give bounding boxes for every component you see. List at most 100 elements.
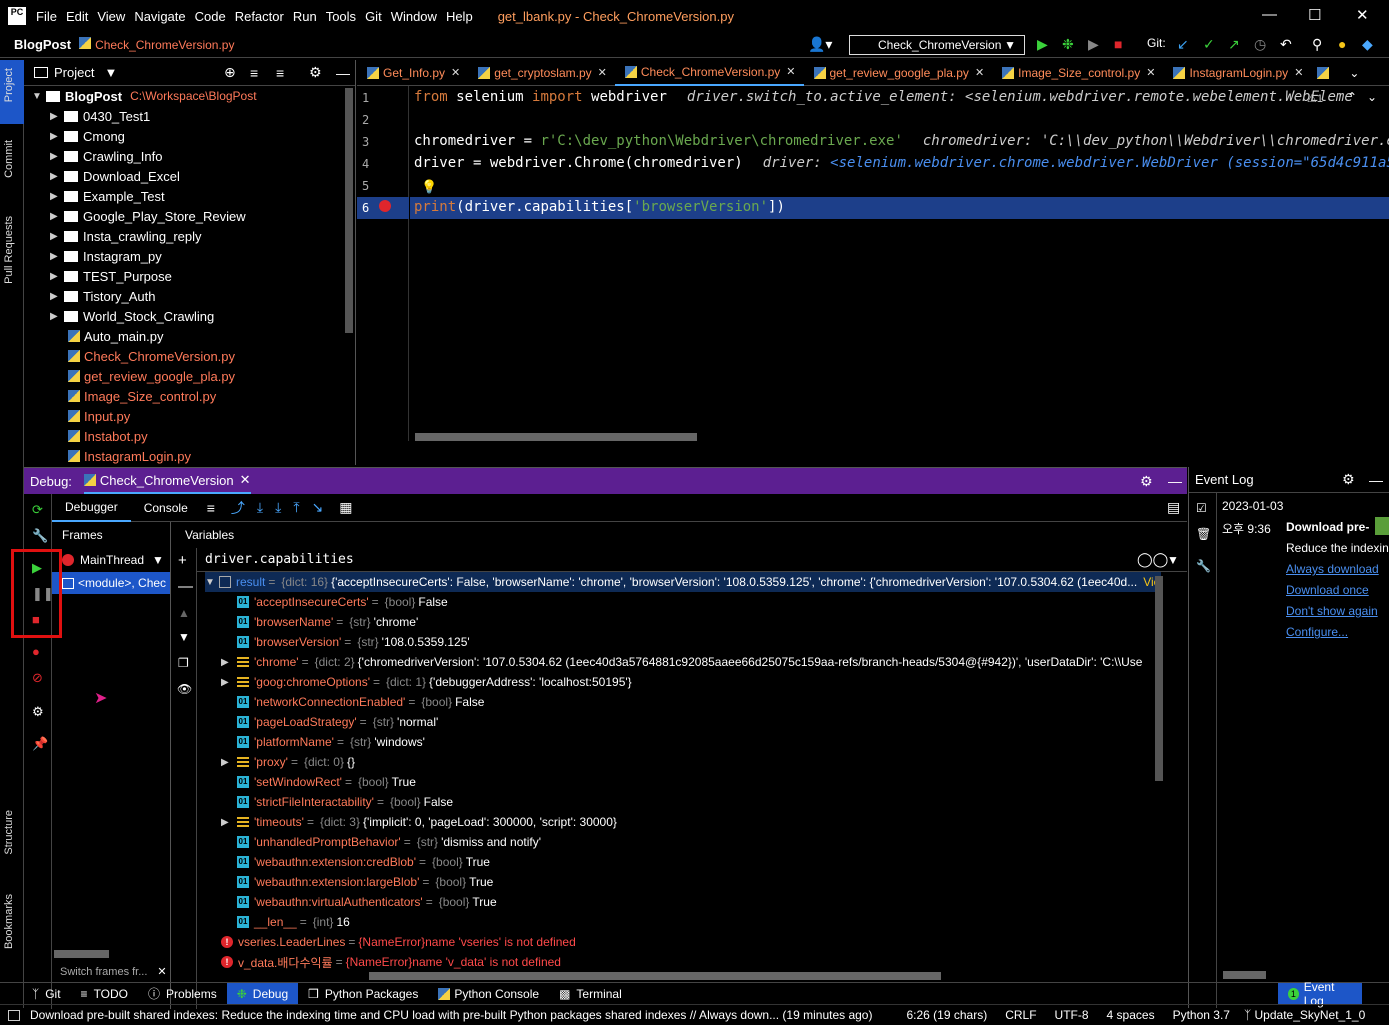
tool-tab-terminal[interactable]: ▩ Terminal xyxy=(549,983,632,1005)
tree-folder[interactable]: ▶ Example_Test xyxy=(24,186,355,206)
tree-file[interactable]: Auto_main.py xyxy=(24,326,355,346)
menu-window[interactable]: Window xyxy=(391,9,437,24)
evaluate-expression-bar[interactable]: driver.capabilities ◯◯ ▼ xyxy=(197,548,1187,572)
caret-position[interactable]: 6:26 (19 chars) xyxy=(906,1008,987,1022)
menu-git[interactable]: Git xyxy=(365,9,382,24)
menu-edit[interactable]: Edit xyxy=(66,9,88,24)
user-icon[interactable]: 👤▾ xyxy=(808,36,832,53)
always-download-link[interactable]: Always download xyxy=(1286,562,1379,576)
trash-icon[interactable]: 🗑 xyxy=(1196,527,1211,541)
status-message[interactable]: Download pre-built shared indexes: Reduc… xyxy=(30,1008,872,1022)
close-tab-icon[interactable]: ✕ xyxy=(240,472,251,488)
git-push-icon[interactable]: ↗ xyxy=(1228,36,1240,53)
glasses-icon[interactable]: ◯◯ xyxy=(1137,551,1168,568)
variables-scrollbar[interactable] xyxy=(1155,576,1163,781)
breadcrumb-project[interactable]: BlogPost xyxy=(14,37,71,52)
copy-icon[interactable]: ❐ xyxy=(178,656,189,670)
close-tab-icon[interactable]: ✕ xyxy=(451,66,460,79)
tool-tab-problems[interactable]: ⓘ Problems xyxy=(138,983,227,1005)
git-branch[interactable]: ᛉ Update_SkyNet_1_0 xyxy=(1244,1008,1365,1022)
tree-file[interactable]: get_review_google_pla.py xyxy=(24,366,355,386)
close-tab-icon[interactable]: ✕ xyxy=(975,66,984,79)
pull-requests-tool-tab[interactable]: Pull Requests xyxy=(3,216,15,284)
tree-folder[interactable]: ▶ Google_Play_Store_Review xyxy=(24,206,355,226)
show-execution-point-icon[interactable]: ≡ xyxy=(207,500,215,516)
breadcrumb-file[interactable]: Check_ChromeVersion.py xyxy=(79,37,234,52)
evaluate-expression-icon[interactable]: ▦ xyxy=(339,499,352,516)
gear-icon[interactable]: ⚙ xyxy=(1140,473,1153,490)
tab-instagram-login[interactable]: InstagramLogin.py ✕ xyxy=(1163,60,1311,86)
tool-tab-git[interactable]: ᛉ Git xyxy=(22,983,71,1005)
project-scrollbar[interactable] xyxy=(345,88,353,333)
close-tab-icon[interactable]: ✕ xyxy=(598,66,607,79)
remove-watch-icon[interactable]: — xyxy=(178,578,193,595)
frames-scrollbar[interactable] xyxy=(54,950,109,958)
tree-file[interactable]: Instabot.py xyxy=(24,426,355,446)
step-into-my-code-icon[interactable]: ⤓ xyxy=(275,499,281,516)
wrench-icon[interactable]: 🔧 xyxy=(1196,559,1211,573)
variable-row[interactable]: ▶'timeouts' = {dict: 3} {'implicit': 0, 'pa… xyxy=(221,812,617,832)
variable-row[interactable]: ▶'chrome' = {dict: 2} {'chromedriverVersion… xyxy=(221,652,1142,672)
tree-folder[interactable]: ▶ Tistory_Auth xyxy=(24,286,355,306)
tree-folder[interactable]: ▶ Crawling_Info xyxy=(24,146,355,166)
python-file-icon[interactable] xyxy=(1317,66,1330,79)
dont-show-again-link[interactable]: Don't show again xyxy=(1286,604,1378,618)
commit-tool-tab[interactable]: Commit xyxy=(3,140,15,178)
file-encoding[interactable]: UTF-8 xyxy=(1055,1008,1089,1022)
tree-folder[interactable]: ▶ 0430_Test1 xyxy=(24,106,355,126)
variable-row[interactable]: 01'acceptInsecureCerts' = {bool} False xyxy=(237,592,448,612)
menu-run[interactable]: Run xyxy=(293,9,317,24)
pin-icon[interactable]: 📌 xyxy=(32,736,48,752)
lightbulb-icon[interactable]: 💡 xyxy=(421,179,437,195)
tool-tab-python-packages[interactable]: ❒ Python Packages xyxy=(298,983,428,1005)
tab-image-size-control[interactable]: Image_Size_control.py ✕ xyxy=(992,60,1163,86)
code-line-6[interactable]: print(driver.capabilities['browserVersio… xyxy=(414,199,785,215)
code-line-1[interactable]: from selenium import webdriver driver.swi… xyxy=(414,89,1353,105)
tab-get-info[interactable]: Get_Info.py ✕ xyxy=(357,60,468,86)
variable-row[interactable]: 01'unhandledPromptBehavior' = {str}'dismis… xyxy=(237,832,541,852)
tab-check-chromeversion[interactable]: Check_ChromeVersion.py ✕ xyxy=(614,60,804,86)
gear-icon[interactable]: ⚙ xyxy=(1342,471,1355,488)
move-down-icon[interactable]: ▼ xyxy=(178,630,190,644)
configure-link[interactable]: Configure... xyxy=(1286,625,1348,639)
menu-refactor[interactable]: Refactor xyxy=(235,9,284,24)
wrench-icon[interactable]: 🔧 xyxy=(32,528,48,544)
tab-debugger[interactable]: Debugger xyxy=(52,494,131,522)
menu-tools[interactable]: Tools xyxy=(326,9,356,24)
close-tab-icon[interactable]: ✕ xyxy=(1294,66,1303,79)
run-config-select[interactable]: Check_ChromeVersion ▼ xyxy=(849,35,1025,55)
debug-session-tab[interactable]: Check_ChromeVersion ✕ xyxy=(83,468,251,494)
chevron-down-icon[interactable]: ⌄ xyxy=(1367,90,1377,104)
code-line-3[interactable]: chromedriver = r'C:\dev_python\Webdriver… xyxy=(414,133,1389,149)
locate-icon[interactable]: ⊕ xyxy=(224,64,236,81)
variable-row[interactable]: 01'setWindowRect' = {bool} True xyxy=(237,772,416,792)
search-icon[interactable]: ⚲ xyxy=(1312,36,1322,53)
tree-folder[interactable]: ▶ Cmong xyxy=(24,126,355,146)
variable-row[interactable]: ▶'goog:chromeOptions' = {dict: 1} {'debugge… xyxy=(221,672,632,692)
gear-icon[interactable]: ⚙ xyxy=(309,64,322,81)
tree-file[interactable]: Check_ChromeVersion.py xyxy=(24,346,355,366)
close-icon[interactable]: ✕ xyxy=(157,966,166,978)
add-watch-icon[interactable]: + xyxy=(178,552,187,569)
code-line-4[interactable]: driver = webdriver.Chrome(chromedriver) d… xyxy=(414,155,1389,171)
chevron-down-icon[interactable]: ▼ xyxy=(104,65,117,80)
event-log-scrollbar[interactable] xyxy=(1223,971,1266,979)
maximize-icon[interactable]: ☐ xyxy=(1308,6,1321,24)
indent-setting[interactable]: 4 spaces xyxy=(1107,1008,1155,1022)
coverage-icon[interactable]: ▶ xyxy=(1088,36,1099,53)
tree-folder[interactable]: ▶ TEST_Purpose xyxy=(24,266,355,286)
tree-folder[interactable]: ▶ Instagram_py xyxy=(24,246,355,266)
bookmarks-tool-tab[interactable]: Bookmarks xyxy=(3,894,15,949)
variable-row[interactable]: ▶'proxy' = {dict: 0}{} xyxy=(221,752,355,772)
thread-select[interactable]: MainThread ▼ xyxy=(52,548,170,572)
menu-navigate[interactable]: Navigate xyxy=(134,9,185,24)
mark-read-icon[interactable]: ☑ xyxy=(1196,501,1207,515)
python-interpreter[interactable]: Python 3.7 xyxy=(1173,1008,1230,1022)
line-separator[interactable]: CRLF xyxy=(1005,1008,1036,1022)
error-row[interactable]: ! v_data.배다수익률 = {NameError}name 'v_data' i… xyxy=(221,952,561,972)
toggle-tool-windows-icon[interactable] xyxy=(8,1009,20,1021)
tree-folder[interactable]: ▶ Download_Excel xyxy=(24,166,355,186)
tool-tab-python-console[interactable]: Python Console xyxy=(428,983,549,1005)
variable-row[interactable]: 01'webauthn:virtualAuthenticators' = {bool… xyxy=(237,892,497,912)
stop-icon[interactable]: ■ xyxy=(1114,36,1122,52)
